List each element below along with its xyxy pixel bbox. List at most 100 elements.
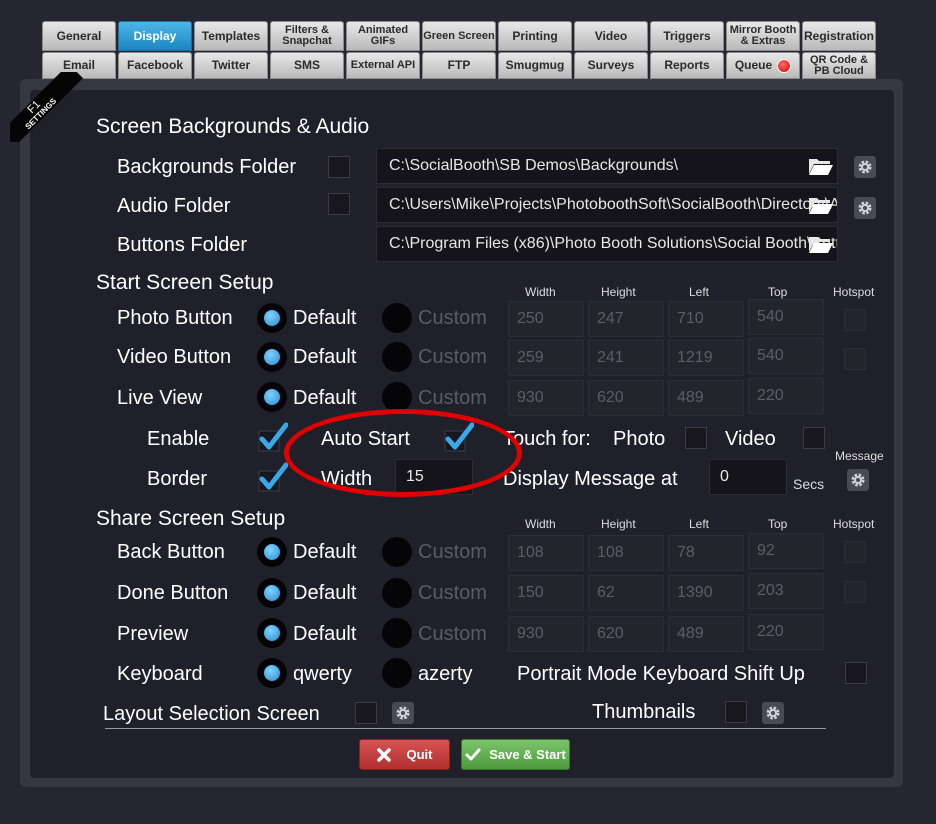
keyboard-azerty-radio[interactable] <box>382 658 412 688</box>
thumbnails-gear-icon[interactable] <box>762 702 784 724</box>
tab-qr-code[interactable]: QR Code & PB Cloud <box>802 52 876 79</box>
tab-external-api[interactable]: External API <box>346 52 420 79</box>
preview-width-input[interactable]: 930 <box>508 616 584 652</box>
close-icon <box>376 747 391 762</box>
live-view-left-input[interactable]: 489 <box>668 380 744 416</box>
tab-animated-gifs[interactable]: Animated GIFs <box>346 21 420 51</box>
live-view-default-radio[interactable] <box>257 382 287 412</box>
backgrounds-folder-open-icon[interactable] <box>808 155 834 177</box>
tab-reports[interactable]: Reports <box>650 52 724 79</box>
audio-gear-icon[interactable] <box>854 197 876 219</box>
tab-sms[interactable]: SMS <box>270 52 344 79</box>
done-button-left-input[interactable]: 1390 <box>668 575 744 611</box>
portrait-keyboard-checkbox[interactable] <box>845 662 867 684</box>
tab-display[interactable]: Display <box>118 21 192 51</box>
save-start-button[interactable]: Save & Start <box>461 739 570 770</box>
tab-templates[interactable]: Templates <box>194 21 268 51</box>
tab-smugmug[interactable]: Smugmug <box>498 52 572 79</box>
back-button-custom-radio[interactable] <box>382 537 412 567</box>
tab-printing[interactable]: Printing <box>498 21 572 51</box>
audio-folder-checkbox[interactable] <box>328 193 350 215</box>
photo-button-custom-radio[interactable] <box>382 303 412 333</box>
tab-green-screen[interactable]: Green Screen <box>422 21 496 51</box>
tab-registration[interactable]: Registration <box>802 21 876 51</box>
preview-default-radio[interactable] <box>257 618 287 648</box>
done-button-custom-label: Custom <box>418 582 487 604</box>
preview-left-input[interactable]: 489 <box>668 616 744 652</box>
tab-surveys[interactable]: Surveys <box>574 52 648 79</box>
tab-queue[interactable]: Queue <box>726 52 800 79</box>
keyboard-qwerty-radio[interactable] <box>257 658 287 688</box>
tab-queue-label: Queue <box>734 58 773 72</box>
live-view-custom-radio[interactable] <box>382 382 412 412</box>
tab-filters-snapchat[interactable]: Filters & Snapchat <box>270 21 344 51</box>
video-button-height-input[interactable]: 241 <box>588 340 664 376</box>
done-button-width-input[interactable]: 150 <box>508 575 584 611</box>
preview-custom-label: Custom <box>418 623 487 645</box>
back-button-default-radio[interactable] <box>257 537 287 567</box>
photo-button-default-radio[interactable] <box>257 303 287 333</box>
live-view-width-input[interactable]: 930 <box>508 380 584 416</box>
buttons-folder-path[interactable]: C:\Program Files (x86)\Photo Booth Solut… <box>376 226 838 262</box>
tab-general[interactable]: General <box>42 21 116 51</box>
preview-height-input[interactable]: 620 <box>588 616 664 652</box>
audio-folder-label: Audio Folder <box>117 195 231 217</box>
thumbnails-checkbox[interactable] <box>725 701 747 723</box>
preview-top-input[interactable]: 220 <box>748 614 824 650</box>
live-view-top-input[interactable]: 220 <box>748 378 824 414</box>
secs-label: Secs <box>793 476 825 492</box>
done-button-label: Done Button <box>117 582 229 604</box>
layout-selection-checkbox[interactable] <box>355 702 377 724</box>
done-button-default-radio[interactable] <box>257 578 287 608</box>
tab-triggers[interactable]: Triggers <box>650 21 724 51</box>
quit-button[interactable]: Quit <box>359 739 450 770</box>
photo-button-width-input[interactable]: 250 <box>508 301 584 337</box>
video-button-width-input[interactable]: 259 <box>508 340 584 376</box>
photo-button-left-input[interactable]: 710 <box>668 301 744 337</box>
back-button-hotspot-checkbox[interactable] <box>844 541 866 563</box>
photo-button-top-input[interactable]: 540 <box>748 299 824 335</box>
backgrounds-folder-checkbox[interactable] <box>328 156 350 178</box>
tab-facebook[interactable]: Facebook <box>118 52 192 79</box>
share-col-header-hotspot: Hotspot <box>833 517 875 531</box>
video-button-default-radio[interactable] <box>257 342 287 372</box>
audio-folder-open-icon[interactable] <box>808 194 834 216</box>
done-button-custom-radio[interactable] <box>382 578 412 608</box>
live-view-height-input[interactable]: 620 <box>588 380 664 416</box>
backgrounds-folder-path[interactable]: C:\SocialBooth\SB Demos\Backgrounds\ <box>376 148 838 184</box>
touch-video-checkbox[interactable] <box>803 427 825 449</box>
live-view-default-label: Default <box>293 387 357 409</box>
preview-custom-radio[interactable] <box>382 618 412 648</box>
done-button-height-input[interactable]: 62 <box>588 575 664 611</box>
tab-ftp[interactable]: FTP <box>422 52 496 79</box>
divider <box>105 728 826 729</box>
live-view-label: Live View <box>117 387 203 409</box>
message-gear-icon[interactable] <box>847 469 869 491</box>
backgrounds-gear-icon[interactable] <box>854 156 876 178</box>
live-view-border-check-icon[interactable] <box>258 462 288 492</box>
buttons-folder-label: Buttons Folder <box>117 234 248 256</box>
layout-selection-gear-icon[interactable] <box>392 702 414 724</box>
video-button-left-input[interactable]: 1219 <box>668 340 744 376</box>
tab-video[interactable]: Video <box>574 21 648 51</box>
video-button-hotspot-checkbox[interactable] <box>844 348 866 370</box>
back-button-width-input[interactable]: 108 <box>508 535 584 571</box>
video-button-top-input[interactable]: 540 <box>748 338 824 374</box>
touch-photo-checkbox[interactable] <box>685 427 707 449</box>
photo-button-height-input[interactable]: 247 <box>588 301 664 337</box>
audio-folder-path[interactable]: C:\Users\Mike\Projects\PhotoboothSoft\So… <box>376 187 838 223</box>
live-view-enable-check-icon[interactable] <box>258 422 288 452</box>
tab-twitter[interactable]: Twitter <box>194 52 268 79</box>
tab-mirror-booth[interactable]: Mirror Booth & Extras <box>726 21 800 51</box>
back-button-left-input[interactable]: 78 <box>668 535 744 571</box>
video-button-custom-radio[interactable] <box>382 342 412 372</box>
buttons-folder-open-icon[interactable] <box>808 233 834 255</box>
done-button-top-input[interactable]: 203 <box>748 573 824 609</box>
done-button-hotspot-checkbox[interactable] <box>844 581 866 603</box>
photo-button-label: Photo Button <box>117 307 233 329</box>
photo-button-hotspot-checkbox[interactable] <box>844 309 866 331</box>
back-button-top-input[interactable]: 92 <box>748 533 824 569</box>
back-button-height-input[interactable]: 108 <box>588 535 664 571</box>
display-message-seconds-input[interactable]: 0 <box>709 459 787 495</box>
ribbon-label: SETTINGS <box>23 96 58 131</box>
